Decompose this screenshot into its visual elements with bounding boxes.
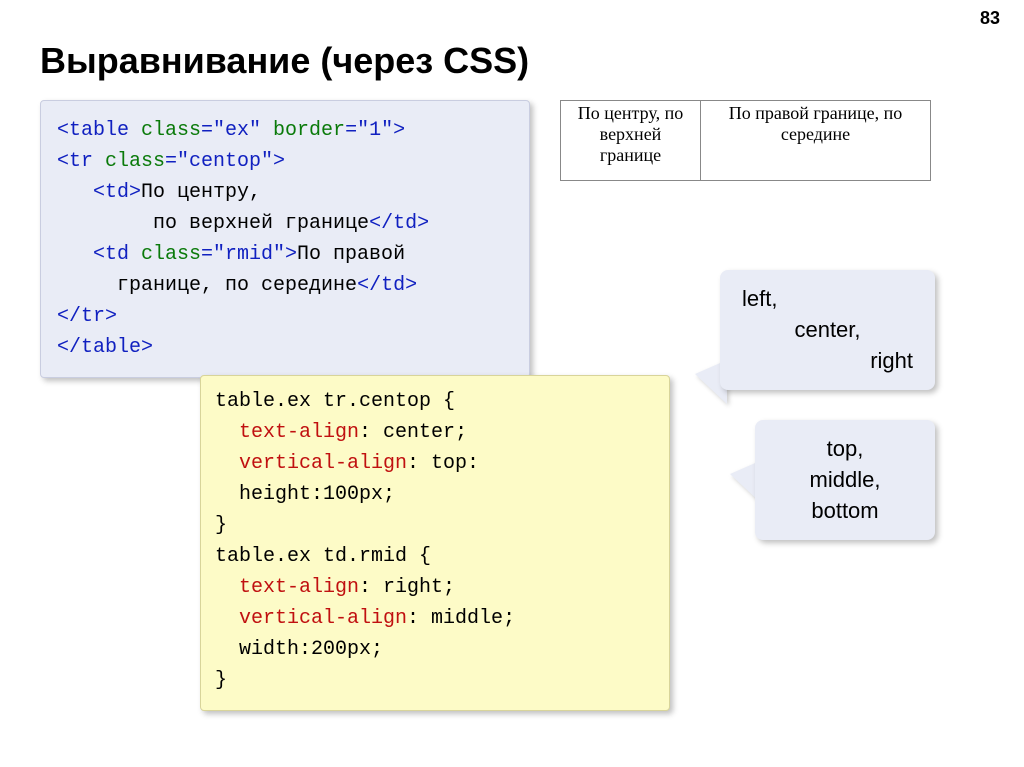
code-text: ="rmid"> — [201, 243, 297, 266]
cell-text: По правой границе, по — [729, 103, 903, 123]
cell-text: середине — [781, 124, 850, 144]
code-text: : middle; — [407, 607, 515, 630]
code-text — [215, 607, 239, 630]
code-text: <td — [57, 243, 129, 266]
callout-line: top, — [777, 434, 913, 465]
code-text: class — [129, 119, 201, 142]
code-text: vertical-align — [239, 452, 407, 475]
code-text: text-align — [239, 576, 359, 599]
code-text: по верхней границе — [57, 212, 369, 235]
code-text: border — [261, 119, 345, 142]
callout-line: middle, — [777, 465, 913, 496]
code-block-html: <table class="ex" border="1"> <tr class=… — [40, 100, 530, 378]
callout-line: left, — [742, 284, 913, 315]
code-text: </td> — [357, 274, 417, 297]
code-text: <table — [57, 119, 129, 142]
preview-table: По центру, по верхней границе По правой … — [560, 100, 980, 181]
callout-line: right — [742, 346, 913, 377]
code-text — [215, 452, 239, 475]
code-text: ="1"> — [345, 119, 405, 142]
code-text: } — [215, 665, 655, 696]
code-text: По правой — [297, 243, 405, 266]
cell-text: По центру, по — [578, 103, 683, 123]
page-number: 83 — [980, 8, 1000, 29]
code-text: <td> — [57, 181, 141, 204]
slide-title: Выравнивание (через CSS) — [40, 40, 529, 82]
code-text: : right; — [359, 576, 455, 599]
code-text: </td> — [369, 212, 429, 235]
code-text: ="ex" — [201, 119, 261, 142]
code-block-css: table.ex tr.centop { text-align: center;… — [200, 375, 670, 711]
code-text: table.ex tr.centop { — [215, 386, 655, 417]
table-cell-rmid: По правой границе, по середине — [701, 101, 931, 181]
code-text: : top: — [407, 452, 479, 475]
code-text: width:200px; — [215, 634, 655, 665]
code-text: text-align — [239, 421, 359, 444]
code-text: vertical-align — [239, 607, 407, 630]
code-text: class — [93, 150, 165, 173]
code-text — [215, 576, 239, 599]
code-text: : center; — [359, 421, 467, 444]
callout-text-align: left, center, right — [720, 270, 935, 390]
code-text: table.ex td.rmid { — [215, 541, 655, 572]
callout-line: bottom — [777, 496, 913, 527]
cell-text: верхней — [600, 124, 662, 144]
table-cell-centop: По центру, по верхней границе — [561, 101, 701, 181]
callout-line: center, — [742, 315, 913, 346]
code-text: class — [129, 243, 201, 266]
cell-text: границе — [600, 145, 661, 165]
code-text: По центру, — [141, 181, 261, 204]
code-text — [215, 421, 239, 444]
code-text: ="centop"> — [165, 150, 285, 173]
code-text: </table> — [57, 336, 153, 359]
code-text: } — [215, 510, 655, 541]
code-text: height:100px; — [215, 479, 655, 510]
code-text: </tr> — [57, 305, 117, 328]
code-text: границе, по середине — [57, 274, 357, 297]
callout-vertical-align: top, middle, bottom — [755, 420, 935, 540]
code-text: <tr — [57, 150, 93, 173]
